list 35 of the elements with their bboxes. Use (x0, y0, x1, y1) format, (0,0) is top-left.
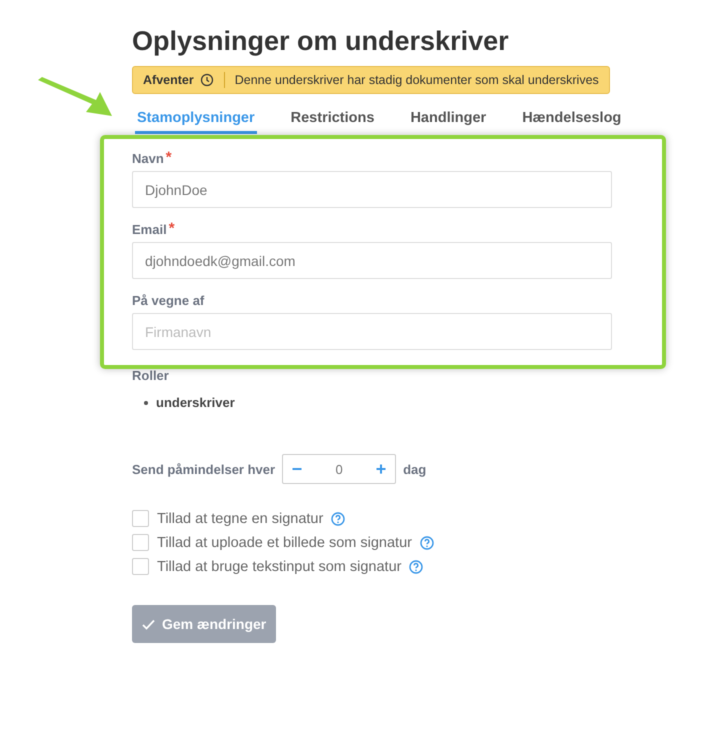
field-label: Email (132, 222, 167, 237)
tab[interactable]: Handlinger (408, 108, 488, 134)
required-mark: * (166, 151, 172, 166)
required-mark: * (168, 222, 175, 237)
stepper-value: 0 (334, 462, 344, 476)
option-label: Tillad at uploade et billede som signatur (157, 534, 412, 550)
status-message: Denne underskriver har stadig dokumenter som skal underskrives (234, 73, 599, 87)
check-icon (142, 618, 155, 630)
role-item: underskriver (156, 395, 235, 410)
checkbox[interactable] (132, 510, 149, 527)
option-label: Tillad at tegne en signatur (157, 510, 324, 526)
status-label: Afventer (143, 73, 194, 87)
field-label: Navn (132, 151, 164, 166)
help-icon[interactable] (420, 536, 434, 550)
page-title: Oplysninger om underskriver (132, 26, 510, 57)
unit-label: dag (403, 462, 426, 476)
help-icon[interactable] (409, 560, 424, 574)
field-label: På vegne af (132, 293, 204, 308)
roles-label: Roller (132, 368, 169, 383)
decrement-button[interactable]: − (283, 458, 312, 480)
reminder-label: Send påmindelser hver (132, 462, 276, 476)
tab[interactable]: Restrictions (288, 108, 376, 134)
clock-icon (200, 73, 214, 87)
option-label: Tillad at bruge tekstinput som signatur (157, 558, 402, 574)
help-icon[interactable] (331, 512, 346, 526)
tab[interactable]: Stamoplysninger (135, 108, 257, 134)
checkbox[interactable] (132, 534, 149, 551)
input-field[interactable]: Firmanavn (132, 313, 612, 350)
checkbox[interactable] (132, 558, 149, 575)
input-field[interactable]: djohndoedk@gmail.com (132, 242, 612, 279)
input-field[interactable]: DjohnDoe (132, 171, 612, 208)
increment-button[interactable]: + (367, 458, 396, 480)
number-stepper[interactable]: − 0 + (282, 454, 396, 484)
tab[interactable]: Hændelseslog (520, 108, 624, 134)
bullet-icon (144, 400, 148, 404)
